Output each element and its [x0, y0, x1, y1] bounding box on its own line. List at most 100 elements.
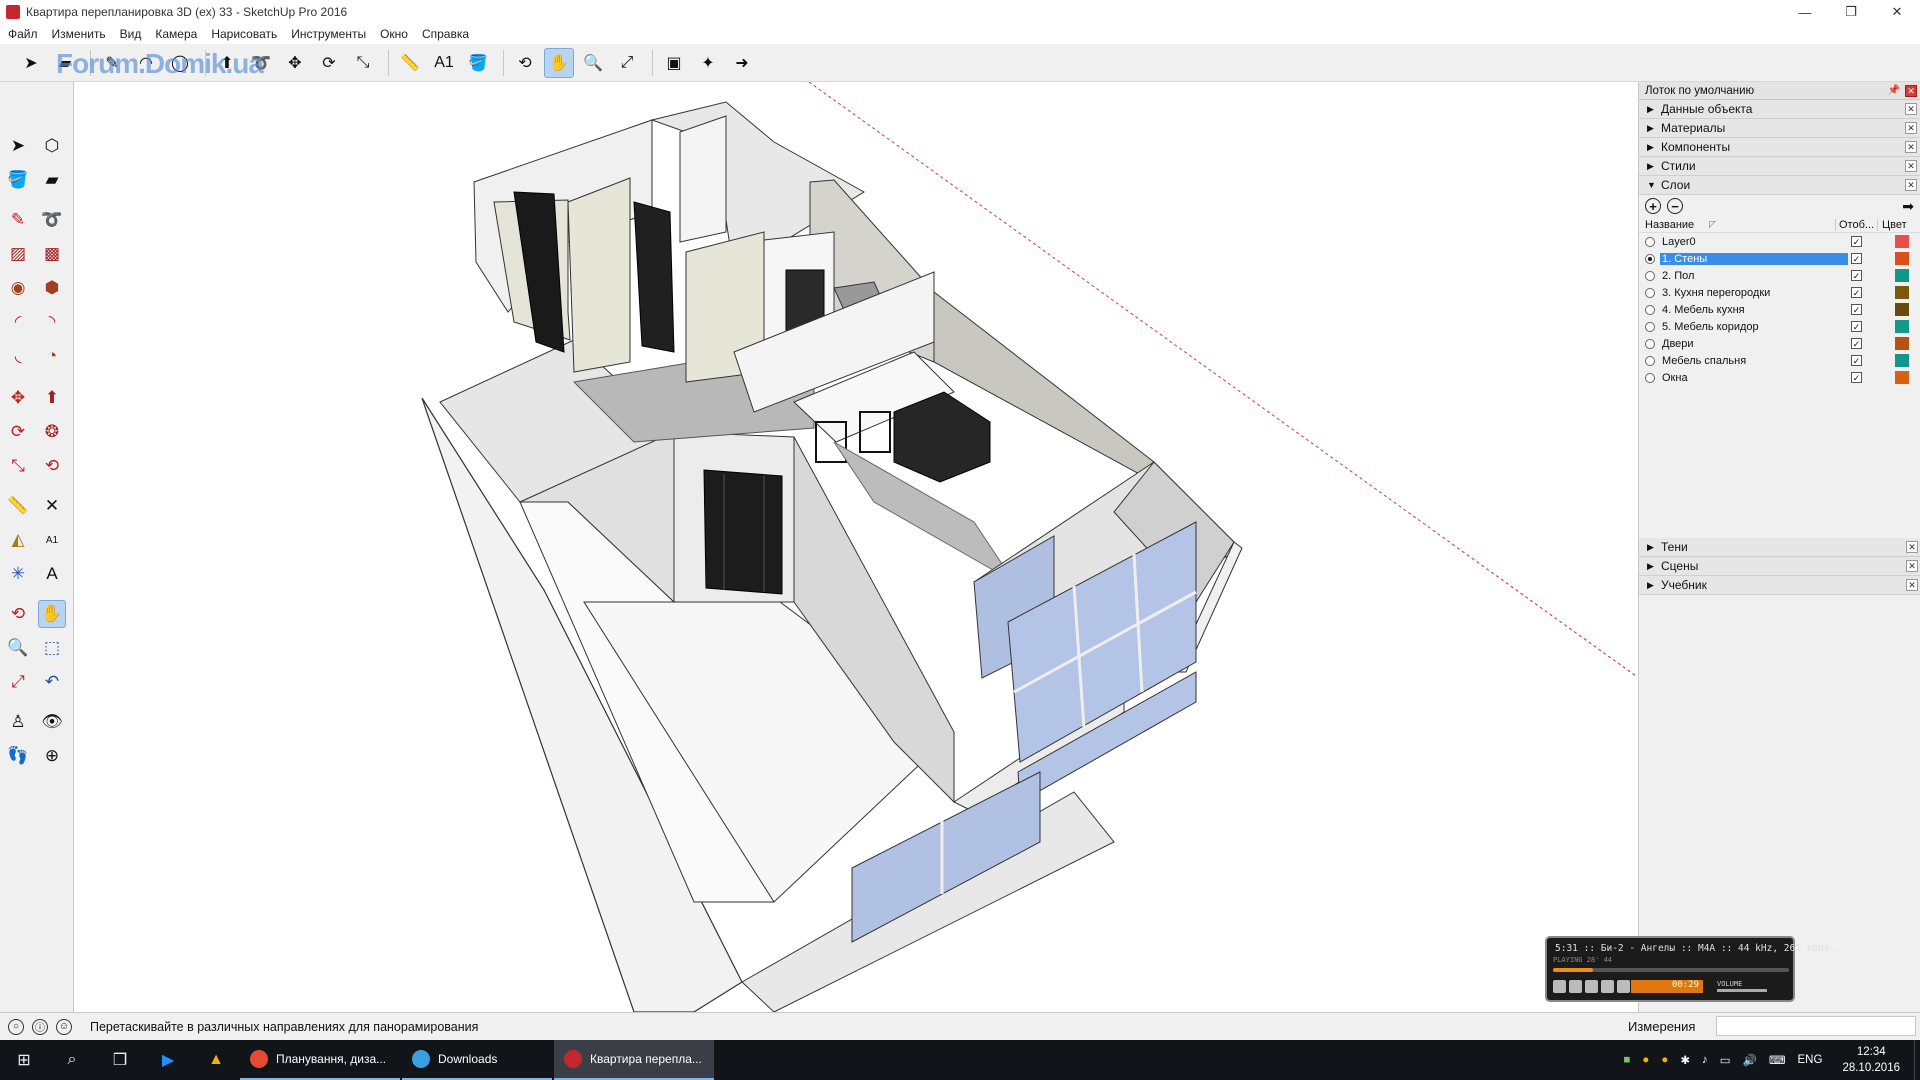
panel-scenes[interactable]: ▶ Сцены ✕	[1639, 557, 1920, 576]
push-pull-icon[interactable]: ⬆	[38, 384, 66, 412]
aimp-icon[interactable]: ▲	[192, 1040, 240, 1080]
layer-visible-checkbox[interactable]: ✓	[1851, 304, 1862, 315]
extension-warehouse-icon[interactable]: ✦	[693, 48, 723, 78]
three-point-arc-icon[interactable]: ◟	[4, 342, 32, 370]
windows-start-icon[interactable]: ⊞	[0, 1040, 48, 1080]
layer-visible-checkbox[interactable]: ✓	[1851, 253, 1862, 264]
menu-edit[interactable]: Изменить	[52, 27, 106, 41]
panel-instructor[interactable]: ▶ Учебник ✕	[1639, 576, 1920, 595]
panel-close-icon[interactable]: ✕	[1906, 579, 1918, 591]
active-layer-radio[interactable]	[1645, 338, 1655, 349]
layer-row[interactable]: Мебель спальня ✓	[1639, 352, 1920, 369]
network-icon[interactable]: ▭	[1720, 1053, 1731, 1067]
circle-icon[interactable]: ◉	[4, 274, 32, 302]
select-icon[interactable]: ➤	[4, 132, 32, 160]
keyboard-icon[interactable]: ⌨	[1769, 1053, 1786, 1067]
paint-bucket-icon[interactable]: 🪣	[4, 166, 32, 194]
layer-visible-checkbox[interactable]: ✓	[1851, 321, 1862, 332]
active-layer-radio[interactable]	[1645, 304, 1655, 315]
media-player-icon[interactable]: ▶	[144, 1040, 192, 1080]
layer-name[interactable]: Layer0	[1660, 236, 1848, 248]
walk-icon[interactable]: 👣	[4, 742, 32, 770]
task-view-icon[interactable]: ❒	[96, 1040, 144, 1080]
previous-view-icon[interactable]: ↶	[38, 668, 66, 696]
layer-color-swatch[interactable]	[1895, 371, 1909, 384]
player-seek-bar[interactable]	[1553, 968, 1789, 972]
text-label-icon[interactable]: A1	[38, 526, 66, 554]
arc-icon[interactable]: ◜	[4, 308, 32, 336]
position-camera-icon[interactable]: ♙	[4, 708, 32, 736]
move-icon[interactable]: ✥	[280, 48, 310, 78]
taskbar-task[interactable]: Downloads	[402, 1040, 552, 1080]
active-layer-radio[interactable]	[1645, 355, 1655, 366]
active-layer-radio[interactable]	[1645, 372, 1655, 383]
stop-icon[interactable]	[1585, 980, 1598, 993]
language-indicator[interactable]: ENG	[1798, 1054, 1823, 1066]
polygon-icon[interactable]: ⬢	[38, 274, 66, 302]
minimize-button[interactable]: —	[1782, 0, 1828, 24]
panel-materials[interactable]: ▶ Материалы ✕	[1639, 119, 1920, 138]
layer-visible-checkbox[interactable]: ✓	[1851, 236, 1862, 247]
tray-app-icon[interactable]: ●	[1661, 1054, 1668, 1066]
panel-close-icon[interactable]: ✕	[1905, 122, 1917, 134]
layer-row[interactable]: 5. Мебель коридор ✓	[1639, 318, 1920, 335]
layer-name[interactable]: Двери	[1660, 338, 1848, 350]
pause-icon[interactable]	[1569, 980, 1582, 993]
layer-name[interactable]: 4. Мебель кухня	[1660, 304, 1848, 316]
layer-visible-checkbox[interactable]: ✓	[1851, 355, 1862, 366]
tape-measure-icon[interactable]: 📏	[4, 492, 32, 520]
layer-row[interactable]: 4. Мебель кухня ✓	[1639, 301, 1920, 318]
layer-color-swatch[interactable]	[1895, 252, 1909, 265]
tape-measure-icon[interactable]: 📏	[395, 48, 425, 78]
menu-help[interactable]: Справка	[422, 27, 469, 41]
rectangle-icon[interactable]: ▨	[4, 240, 32, 268]
panel-styles[interactable]: ▶ Стили ✕	[1639, 157, 1920, 176]
layer-details-icon[interactable]: ➡	[1902, 198, 1914, 215]
close-button[interactable]: ✕	[1874, 0, 1920, 24]
layer-color-swatch[interactable]	[1895, 337, 1909, 350]
menu-window[interactable]: Окно	[380, 27, 408, 41]
panel-close-icon[interactable]: ✕	[1906, 541, 1918, 553]
send-to-layout-icon[interactable]: ➜	[727, 48, 757, 78]
tray-app-icon[interactable]: ●	[1642, 1054, 1649, 1066]
paint-bucket-icon[interactable]: 🪣	[463, 48, 493, 78]
next-icon[interactable]	[1617, 980, 1630, 993]
orbit-icon[interactable]: ⟲	[510, 48, 540, 78]
restore-button[interactable]: ❐	[1828, 0, 1874, 24]
rotate-icon[interactable]: ⟳	[314, 48, 344, 78]
look-around-icon[interactable]: 👁	[38, 708, 66, 736]
layers-col-name[interactable]: Название	[1645, 219, 1694, 231]
layer-color-swatch[interactable]	[1895, 269, 1909, 282]
zoom-icon[interactable]: 🔍	[578, 48, 608, 78]
layer-color-swatch[interactable]	[1895, 320, 1909, 333]
layer-color-swatch[interactable]	[1895, 354, 1909, 367]
layers-col-visible[interactable]: Отоб...	[1835, 218, 1874, 231]
panel-close-icon[interactable]: ✕	[1905, 141, 1917, 153]
taskbar-task[interactable]: Квартира переплa...	[554, 1040, 714, 1080]
layer-name[interactable]: Мебель спальня	[1660, 355, 1848, 367]
search-icon[interactable]: ⌕	[48, 1040, 96, 1080]
layer-row[interactable]: Окна ✓	[1639, 369, 1920, 386]
layer-row[interactable]: 2. Пол ✓	[1639, 267, 1920, 284]
layer-row[interactable]: Двери ✓	[1639, 335, 1920, 352]
volume-icon[interactable]: 🔊	[1743, 1053, 1757, 1067]
panel-close-icon[interactable]: ✕	[1905, 160, 1917, 172]
active-layer-radio[interactable]	[1645, 321, 1655, 332]
freehand-icon[interactable]: ➰	[38, 206, 66, 234]
geo-location-icon[interactable]: ○	[8, 1018, 24, 1035]
user-icon[interactable]: ☺	[56, 1018, 72, 1035]
layer-name[interactable]: 3. Кухня перегородки	[1660, 287, 1848, 299]
measurements-input[interactable]	[1716, 1016, 1916, 1036]
bluetooth-icon[interactable]: ✱	[1680, 1053, 1690, 1067]
active-layer-radio[interactable]	[1645, 270, 1655, 281]
credits-icon[interactable]: ⓘ	[32, 1018, 48, 1035]
menu-draw[interactable]: Нарисовать	[211, 27, 277, 41]
move-icon[interactable]: ✥	[4, 384, 32, 412]
layer-visible-checkbox[interactable]: ✓	[1851, 287, 1862, 298]
two-point-arc-icon[interactable]: ◝	[38, 308, 66, 336]
tray-app-icon[interactable]: ■	[1623, 1054, 1630, 1066]
scale-icon[interactable]: ⤡	[4, 452, 32, 480]
menu-tools[interactable]: Инструменты	[291, 27, 366, 41]
section-plane-icon[interactable]: ⊕	[38, 742, 66, 770]
panel-layers[interactable]: ▼ Слои ✕	[1639, 176, 1920, 195]
